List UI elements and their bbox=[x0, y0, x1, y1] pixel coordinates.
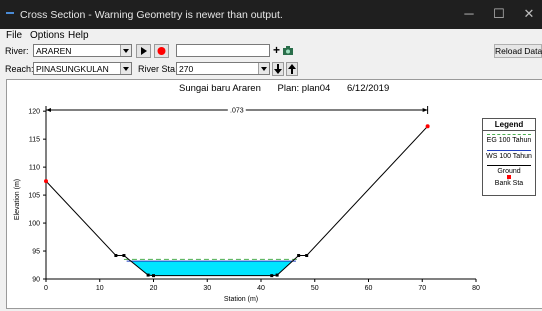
profile-select[interactable] bbox=[176, 44, 270, 57]
legend-eg-line bbox=[487, 134, 531, 135]
chevron-down-icon[interactable] bbox=[120, 45, 131, 56]
bank-station-point bbox=[425, 124, 430, 129]
river-station-label: River Sta.: bbox=[138, 64, 181, 74]
legend-eg-label: EG 100 Tahun bbox=[486, 137, 532, 144]
reach-label: Reach: bbox=[5, 64, 34, 74]
record-icon bbox=[157, 47, 166, 55]
ground-line bbox=[45, 125, 428, 277]
minimize-button[interactable]: ─ bbox=[460, 6, 478, 22]
title-bar: Cross Section - Warning Geometry is newe… bbox=[0, 0, 542, 29]
manning-arrow-left bbox=[46, 108, 51, 112]
menu-help[interactable]: Help bbox=[68, 30, 89, 41]
x-tick-label: 50 bbox=[311, 285, 319, 292]
play-icon bbox=[141, 47, 147, 55]
menu-options[interactable]: Options bbox=[30, 30, 64, 41]
ground-point bbox=[152, 274, 155, 278]
ground-point bbox=[114, 254, 118, 258]
reach-value: PINASUNGKULAN bbox=[36, 64, 109, 74]
legend-ground-label: Ground bbox=[497, 168, 521, 175]
river-station-value: 270 bbox=[179, 64, 194, 74]
next-station-button[interactable] bbox=[272, 62, 284, 76]
arrow-up-icon bbox=[288, 64, 296, 74]
x-tick-label: 40 bbox=[257, 285, 265, 292]
legend-title: Legend bbox=[483, 119, 535, 131]
x-tick-label: 10 bbox=[96, 285, 104, 292]
legend-ws-line bbox=[487, 150, 531, 151]
x-tick-label: 20 bbox=[150, 285, 158, 292]
window-title: Cross Section - Warning Geometry is newe… bbox=[20, 9, 283, 21]
maximize-button[interactable]: ☐ bbox=[490, 6, 508, 22]
y-tick-label: 105 bbox=[28, 193, 40, 200]
y-tick-label: 90 bbox=[32, 277, 40, 284]
x-tick-label: 60 bbox=[365, 285, 373, 292]
add-button[interactable]: + bbox=[273, 43, 280, 57]
menu-bar: File Options Help bbox=[0, 29, 542, 44]
cross-section-chart[interactable]: 0 10 20 30 40 50 60 70 80 90 95 100 105 110 115 120 Stat… bbox=[6, 79, 542, 309]
river-select[interactable]: ARAREN bbox=[33, 44, 132, 57]
close-button[interactable]: ✕ bbox=[520, 6, 538, 22]
reach-select[interactable]: PINASUNGKULAN bbox=[33, 62, 132, 75]
river-label: River: bbox=[5, 46, 29, 56]
chevron-down-icon[interactable] bbox=[258, 63, 269, 74]
x-axis-label: Station (m) bbox=[224, 296, 258, 303]
reload-data-button[interactable]: Reload Data bbox=[494, 44, 542, 58]
x-tick-label: 0 bbox=[44, 285, 48, 292]
y-tick-label: 95 bbox=[32, 249, 40, 256]
ground-point bbox=[275, 273, 279, 277]
x-tick-label: 70 bbox=[418, 285, 426, 292]
chevron-down-icon[interactable] bbox=[120, 63, 131, 74]
manning-arrow-right bbox=[422, 108, 428, 112]
y-tick-label: 115 bbox=[29, 137, 40, 144]
ground-point bbox=[146, 273, 150, 277]
ground-point bbox=[297, 254, 301, 258]
arrow-down-icon bbox=[274, 64, 282, 74]
ground-point bbox=[122, 254, 126, 258]
manning-value: .073 bbox=[230, 108, 244, 115]
play-button[interactable] bbox=[136, 44, 151, 58]
menu-file[interactable]: File bbox=[6, 30, 22, 41]
legend-ws: WS 100 Tahun bbox=[483, 148, 535, 163]
y-tick-label: 110 bbox=[29, 165, 40, 172]
bank-station-point bbox=[44, 179, 48, 184]
camera-icon[interactable] bbox=[282, 45, 294, 58]
legend: Legend EG 100 Tahun WS 100 Tahun Ground … bbox=[482, 118, 536, 196]
app-icon bbox=[6, 12, 14, 14]
legend-ground-line bbox=[487, 165, 531, 166]
record-button[interactable] bbox=[154, 44, 169, 58]
y-tick-label: 120 bbox=[28, 109, 40, 116]
legend-bank: Bank Sta bbox=[483, 175, 535, 190]
x-tick-label: 80 bbox=[472, 285, 480, 292]
legend-eg: EG 100 Tahun bbox=[483, 132, 535, 147]
river-value: ARAREN bbox=[36, 46, 72, 56]
ground-point bbox=[270, 274, 274, 278]
river-station-select[interactable]: 270 bbox=[176, 62, 270, 75]
water-area bbox=[130, 261, 293, 276]
toolbar: River: ARAREN + Reload Data Reach: PINAS… bbox=[0, 43, 542, 78]
y-tick-label: 100 bbox=[28, 221, 40, 228]
prev-station-button[interactable] bbox=[286, 62, 298, 76]
y-axis-label: Elevation (m) bbox=[14, 179, 21, 220]
ground-point bbox=[305, 254, 309, 258]
legend-bank-marker bbox=[507, 175, 511, 179]
x-tick-label: 30 bbox=[203, 285, 211, 292]
legend-ws-label: WS 100 Tahun bbox=[486, 153, 532, 160]
plot-panel: Sungai baru Araren Plan: plan04 6/12/201… bbox=[6, 79, 542, 309]
legend-bank-label: Bank Sta bbox=[494, 180, 524, 187]
